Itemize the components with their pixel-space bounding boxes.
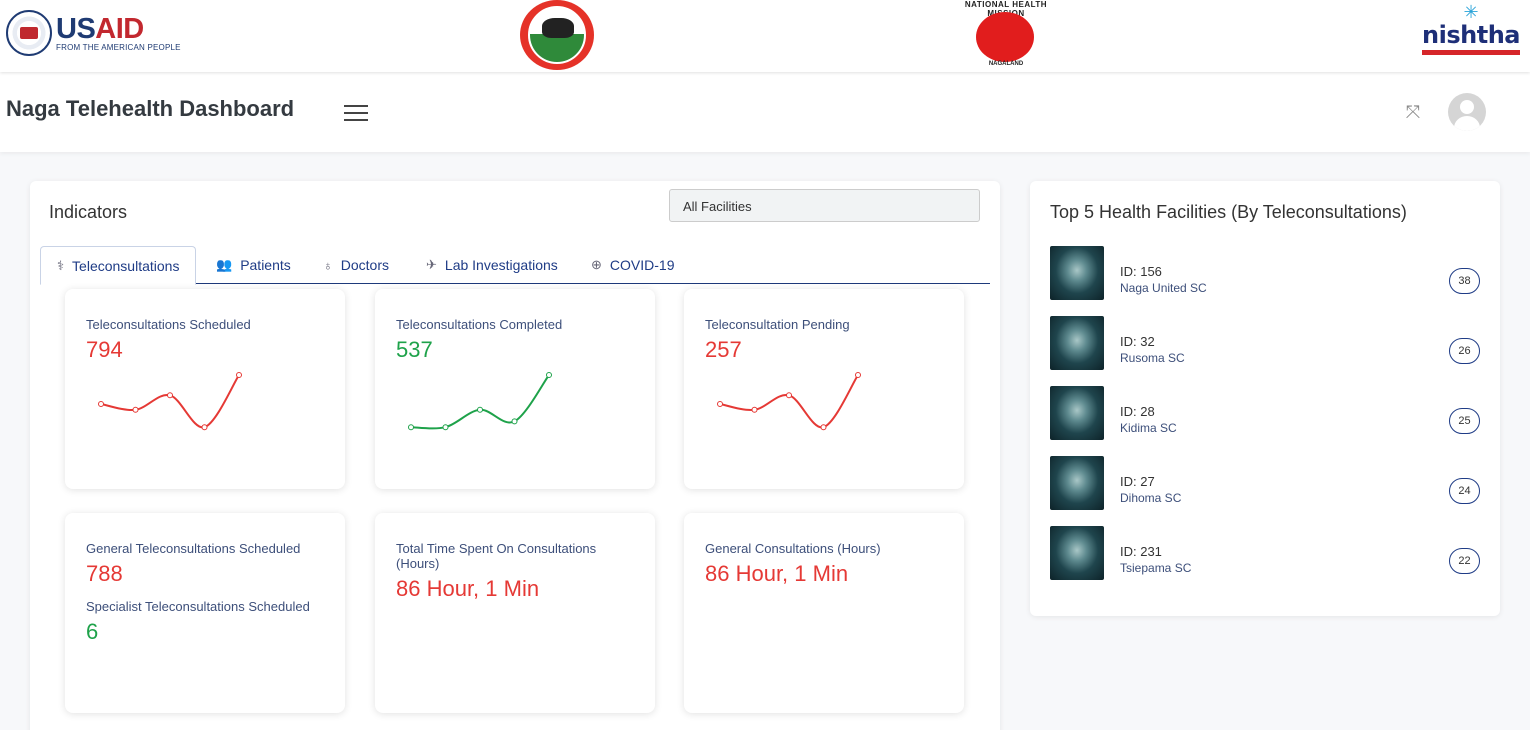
metric-card-pending: Teleconsultation Pending 257: [684, 289, 964, 489]
sparkline-point: [201, 424, 208, 431]
facility-name: Naga United SC: [1120, 281, 1207, 295]
metric-sub-value: 6: [86, 619, 99, 644]
usaid-tagline: FROM THE AMERICAN PEOPLE: [56, 42, 181, 52]
facility-count-badge: 38: [1449, 268, 1480, 294]
tab-covid-19[interactable]: ⊕ COVID-19: [591, 246, 674, 284]
flask-icon: ✈: [426, 257, 437, 272]
facility-thumbnail: [1050, 456, 1104, 510]
indicator-tabs: ⚕ Teleconsultations 👥 Patients ♁ Doctors…: [40, 246, 990, 285]
globe-icon: ⊕: [591, 257, 602, 272]
sparkline-point: [236, 372, 242, 378]
tab-lab-investigations[interactable]: ✈ Lab Investigations: [426, 246, 558, 284]
metric-label: General Consultations (Hours): [705, 541, 881, 556]
sparkline-completed: [408, 372, 552, 431]
tab-patients[interactable]: 👥 Patients: [216, 246, 291, 284]
tab-teleconsultations[interactable]: ⚕ Teleconsultations: [40, 246, 197, 285]
sparkline-point: [442, 424, 449, 431]
facility-item[interactable]: ID: 156 Naga United SC 38: [1050, 246, 1480, 300]
facility-name: Tsiepama SC: [1120, 561, 1192, 575]
facility-thumbnail: [1050, 526, 1104, 580]
facility-thumbnail: [1050, 316, 1104, 370]
facility-item[interactable]: ID: 32 Rusoma SC 26: [1050, 316, 1480, 370]
nishtha-logo: ✳ nishtha: [1420, 2, 1522, 62]
metric-card-scheduled: Teleconsultations Scheduled 794: [65, 289, 345, 489]
facility-id: ID: 28: [1120, 404, 1155, 419]
nhm-nagaland-logo: NATIONAL HEALTH MISSION NAGALAND: [958, 0, 1054, 70]
facility-select[interactable]: All Facilities: [669, 189, 980, 222]
metric-sub-label: Specialist Teleconsultations Scheduled: [86, 599, 310, 614]
metric-label: General Teleconsultations Scheduled: [86, 541, 301, 556]
sparkline-point: [98, 401, 104, 407]
sparkline-point: [167, 392, 173, 399]
facility-id: ID: 32: [1120, 334, 1155, 349]
sparkline-pending: [717, 372, 861, 431]
nishtha-wordmark: nishtha: [1422, 21, 1520, 49]
metric-label: Teleconsultations Scheduled: [86, 317, 251, 332]
logo-bar: USAID FROM THE AMERICAN PEOPLE NATIONAL …: [0, 0, 1530, 72]
facility-count-badge: 26: [1449, 338, 1480, 364]
metric-label: Total Time Spent On Consultations (Hours…: [396, 541, 597, 571]
facility-name: Kidima SC: [1120, 421, 1177, 435]
metric-card-general-hours: General Consultations (Hours) 86 Hour, 1…: [684, 513, 964, 713]
facility-item[interactable]: ID: 28 Kidima SC 25: [1050, 386, 1480, 440]
stethoscope-icon: ⚕: [57, 257, 65, 273]
users-icon: 👥: [216, 257, 233, 272]
nagaland-government-seal: [520, 0, 594, 70]
metric-value: 794: [86, 337, 123, 362]
sparkline-point: [132, 406, 139, 413]
facility-thumbnail: [1050, 246, 1104, 300]
facility-id: ID: 27: [1120, 474, 1155, 489]
facility-count-badge: 24: [1449, 478, 1480, 504]
metric-card-general-scheduled: General Teleconsultations Scheduled 788 …: [65, 513, 345, 713]
facility-thumbnail: [1050, 386, 1104, 440]
facility-name: Rusoma SC: [1120, 351, 1185, 365]
sparkline-point: [717, 401, 723, 407]
metric-value: 257: [705, 337, 742, 362]
nhm-subtitle: NAGALAND: [988, 61, 1024, 67]
sparkline-point: [546, 372, 552, 378]
metric-label: Teleconsultations Completed: [396, 317, 563, 332]
tab-doctors[interactable]: ♁ Doctors: [323, 246, 389, 284]
app-header: Naga Telehealth Dashboard ⤧: [0, 72, 1530, 152]
metric-value: 86 Hour, 1 Min: [705, 561, 849, 586]
metric-value: 537: [396, 337, 433, 362]
sparkline-path: [719, 374, 859, 429]
sparkline-point: [820, 424, 827, 431]
indicators-card: Indicators All Facilities ⚕ Teleconsulta…: [30, 181, 1000, 730]
nishtha-spark-icon: ✳: [1463, 2, 1479, 22]
sparkline-path: [410, 374, 550, 430]
sparkline-path: [100, 374, 240, 429]
user-avatar[interactable]: [1448, 93, 1486, 131]
metric-value: 788: [86, 561, 123, 586]
facility-item[interactable]: ID: 231 Tsiepama SC 22: [1050, 526, 1480, 580]
facility-id: ID: 156: [1120, 264, 1162, 279]
metric-value: 86 Hour, 1 Min: [396, 576, 540, 601]
sparkline-point: [511, 418, 518, 425]
facility-item[interactable]: ID: 27 Dihoma SC 24: [1050, 456, 1480, 510]
facility-count-badge: 25: [1449, 408, 1480, 434]
menu-toggle-icon[interactable]: [344, 105, 368, 121]
facility-name: Dihoma SC: [1120, 491, 1182, 505]
sparkline-point: [477, 406, 483, 413]
usaid-logo: USAID FROM THE AMERICAN PEOPLE: [6, 9, 181, 57]
facility-id: ID: 231: [1120, 544, 1162, 559]
facility-count-badge: 22: [1449, 548, 1480, 574]
metric-card-completed: Teleconsultations Completed 537: [375, 289, 655, 489]
metric-card-total-time: Total Time Spent On Consultations (Hours…: [375, 513, 655, 713]
page-title: Naga Telehealth Dashboard: [6, 96, 295, 121]
fullscreen-icon[interactable]: ⤧: [1402, 101, 1424, 123]
nhm-family-icon: [976, 12, 1034, 62]
usaid-wordmark: USAID: [56, 12, 144, 45]
sparkline-point: [786, 392, 792, 399]
usaid-seal-icon: [6, 10, 52, 56]
top-facilities-card: Top 5 Health Facilities (By Teleconsulta…: [1030, 181, 1500, 616]
sparkline-point: [751, 406, 758, 413]
metric-label: Teleconsultation Pending: [705, 317, 850, 332]
sparkline-scheduled: [98, 372, 242, 431]
indicators-title: Indicators: [49, 202, 128, 222]
top-facilities-title: Top 5 Health Facilities (By Teleconsulta…: [1050, 202, 1407, 222]
stethoscope-icon: ♁: [323, 257, 333, 273]
sparkline-point: [855, 372, 861, 378]
sparkline-point: [408, 424, 414, 431]
